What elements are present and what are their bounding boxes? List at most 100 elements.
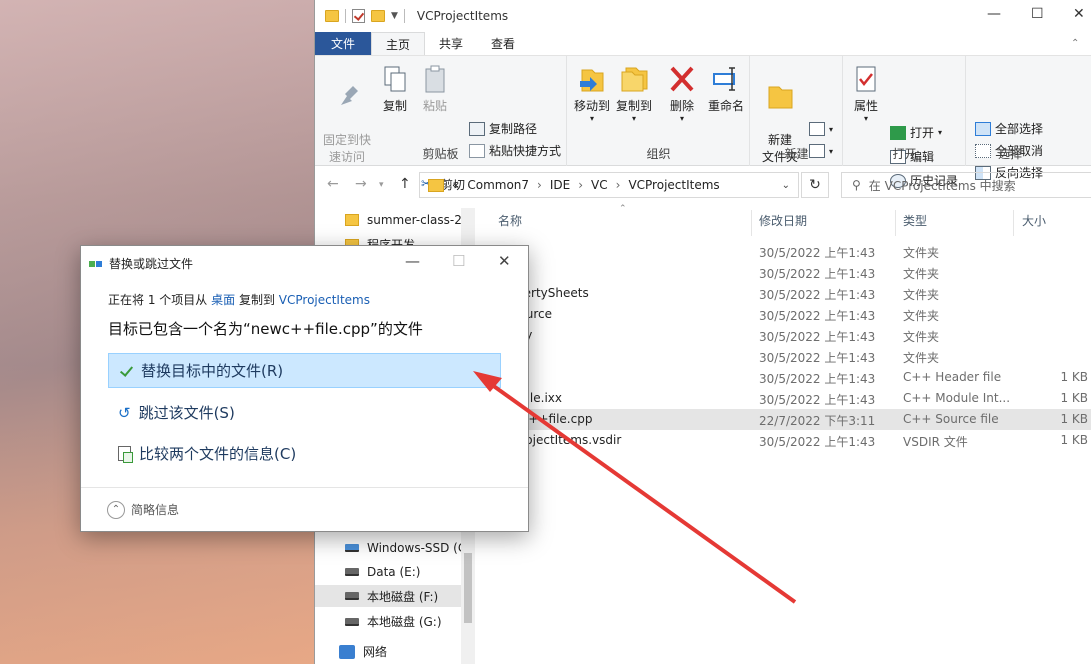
new-item-button[interactable]: ▾	[809, 122, 833, 136]
rename-icon	[710, 64, 742, 94]
group-new: 新建 文件夹 ▾ ▾ 新建	[751, 56, 843, 166]
delete-x-icon	[666, 64, 698, 94]
dialog-close-button[interactable]: ✕	[498, 252, 511, 270]
back-arrow-icon[interactable]: ←	[327, 176, 339, 192]
breadcrumb-common7[interactable]: Common7	[467, 178, 529, 192]
search-placeholder: 在 VCProjectItems 中搜索	[868, 178, 1016, 193]
select-all-button[interactable]: 全部选择	[975, 120, 1043, 137]
column-header-type[interactable]: 类型	[903, 212, 927, 229]
fewer-details-label[interactable]: 简略信息	[131, 501, 179, 518]
close-button[interactable]: ✕	[1073, 6, 1085, 22]
breadcrumb-chevron-icon: ›	[537, 178, 542, 192]
dialog-titlebar: 替换或跳过文件	[89, 255, 193, 272]
up-arrow-icon[interactable]: ↑	[399, 176, 411, 192]
column-header-name[interactable]: 名称	[498, 212, 522, 229]
forward-arrow-icon[interactable]: →	[355, 176, 367, 192]
breadcrumb-chevron-icon: ›	[578, 178, 584, 192]
tab-home[interactable]: 主页	[371, 32, 426, 55]
address-dropdown-icon[interactable]: ⌄	[782, 180, 790, 191]
breadcrumb-vcprojectitems[interactable]: VCProjectItems	[628, 178, 719, 192]
breadcrumb-vc[interactable]: VC	[591, 178, 608, 192]
group-clipboard: 固定到快 速访问 复制 粘贴 复制路径 粘贴快捷方式 ✂ 剪切 剪贴板	[315, 56, 567, 192]
folder-icon	[428, 178, 444, 192]
group-label-select: 选择	[997, 147, 1022, 161]
source-link[interactable]: 桌面	[211, 293, 235, 307]
title-bar: ▼ VCProjectItems — ☐ ✕	[315, 0, 1091, 32]
copy-progress-icon	[89, 258, 103, 270]
table-row[interactable]: Module.ixx 30/5/2022 上午1:43 C++ Module Int…	[477, 388, 1091, 409]
tab-file[interactable]: 文件	[315, 32, 371, 55]
file-list: ⌃ 名称 修改日期 类型 大小 code30/5/2022 上午1:43文件夹d…	[477, 204, 1091, 664]
table-row[interactable]: data30/5/2022 上午1:43文件夹	[477, 262, 1091, 283]
delete-button[interactable]: 删除 ▾	[664, 64, 700, 123]
table-row[interactable]: Utility30/5/2022 上午1:43文件夹	[477, 325, 1091, 346]
new-folder-icon[interactable]	[371, 10, 385, 22]
column-header-modified[interactable]: 修改日期	[759, 212, 807, 229]
refresh-button[interactable]: ↻	[801, 172, 829, 198]
file-date: 30/5/2022 上午1:43	[759, 288, 876, 302]
copy-to-button[interactable]: 复制到 ▾	[614, 64, 654, 123]
tree-item-local-g[interactable]: 本地磁盘 (G:)	[345, 613, 442, 630]
dialog-title: 替换或跳过文件	[109, 257, 194, 271]
properties-check-icon[interactable]	[352, 9, 365, 23]
tree-item-summer-class[interactable]: summer-class-2	[345, 213, 462, 227]
copy-button[interactable]: 复制	[377, 64, 413, 115]
file-type: C++ Module Int...	[903, 391, 1011, 405]
search-icon: ⚲	[852, 178, 861, 192]
table-row[interactable]: file.h30/5/2022 上午1:43C++ Header file1 K…	[477, 367, 1091, 388]
skip-option[interactable]: ↺ 跳过该文件(S)	[108, 395, 501, 430]
address-field[interactable]: « Common7 › IDE › VC › VCProjectItems ⌄	[419, 172, 799, 198]
chevron-up-icon[interactable]: ⌃	[107, 500, 125, 519]
search-input[interactable]: ⚲ 在 VCProjectItems 中搜索	[841, 172, 1091, 198]
group-select: 全部选择 全部取消 反向选择 选择	[967, 56, 1053, 180]
paste-button[interactable]: 粘贴	[417, 64, 453, 115]
table-row[interactable]: Web30/5/2022 上午1:43文件夹	[477, 346, 1091, 367]
file-date: 30/5/2022 上午1:43	[759, 267, 876, 281]
breadcrumb-ide[interactable]: IDE	[550, 178, 570, 192]
tree-item-data-e[interactable]: Data (E:)	[345, 565, 420, 579]
group-label-new: 新建	[784, 147, 809, 161]
file-size: 1 KB	[1060, 370, 1088, 384]
chevron-down-icon[interactable]: ▼	[391, 11, 398, 21]
path-prefix: «	[452, 178, 460, 192]
sort-up-icon: ⌃	[619, 204, 627, 214]
drive-icon	[345, 617, 359, 626]
minimize-button[interactable]: —	[987, 6, 1001, 22]
skip-arrow-icon: ↺	[118, 403, 131, 422]
group-organize: 移动到 ▾ 复制到 ▾ 删除 ▾ 重命名 组织	[568, 56, 750, 166]
address-bar-row: ← → ▾ ↑ « Common7 › IDE › VC › VCProject…	[315, 166, 1091, 206]
compare-option[interactable]: 比较两个文件的信息(C)	[108, 436, 501, 471]
group-label-organize: 组织	[646, 147, 671, 161]
move-to-button[interactable]: 移动到 ▾	[572, 64, 612, 123]
destination-link[interactable]: VCProjectItems	[279, 293, 370, 307]
copy-path-button[interactable]: 复制路径	[469, 120, 537, 137]
dialog-minimize-button[interactable]: —	[405, 252, 420, 270]
file-date: 30/5/2022 上午1:43	[759, 246, 876, 260]
window-title: VCProjectItems	[416, 9, 509, 23]
tab-view[interactable]: 查看	[477, 32, 529, 55]
collapse-ribbon-icon[interactable]: ⌃	[1071, 32, 1091, 55]
rename-button[interactable]: 重命名	[704, 64, 748, 115]
copy-description: 正在将 1 个项目从 桌面 复制到 VCProjectItems	[108, 293, 370, 307]
replace-option[interactable]: 替换目标中的文件(R)	[108, 353, 501, 388]
table-row[interactable]: PropertySheets 30/5/2022 上午1:43 文件夹	[477, 283, 1091, 304]
tree-item-windows-ssd[interactable]: Windows-SSD (C	[345, 541, 466, 555]
open-button[interactable]: 打开 ▾	[890, 124, 942, 141]
recent-chevron-icon[interactable]: ▾	[379, 180, 384, 190]
maximize-button[interactable]: ☐	[1031, 6, 1044, 22]
tree-item-local-f[interactable]: 本地磁盘 (F:)	[315, 585, 461, 607]
ribbon: 固定到快 速访问 复制 粘贴 复制路径 粘贴快捷方式 ✂ 剪切 剪贴板 移动到 ▾	[315, 56, 1091, 192]
table-row[interactable]: newc++file.cpp 22/7/2022 下午3:11 C++ Source…	[477, 409, 1091, 430]
file-date: 30/5/2022 上午1:43	[759, 309, 876, 323]
file-date: 30/5/2022 上午1:43	[759, 330, 876, 344]
file-type: 文件夹	[903, 330, 940, 344]
tab-share[interactable]: 共享	[425, 32, 477, 55]
table-row[interactable]: Resource30/5/2022 上午1:43文件夹	[477, 304, 1091, 325]
column-header-size[interactable]: 大小	[1022, 212, 1046, 229]
table-row[interactable]: VCProjectItems.vsdir 30/5/2022 上午1:43 VSDI…	[477, 430, 1091, 451]
drive-icon	[345, 568, 359, 576]
table-row[interactable]: code30/5/2022 上午1:43文件夹	[477, 241, 1091, 262]
file-type: 文件夹	[903, 351, 940, 365]
properties-button[interactable]: 属性 ▾	[848, 64, 884, 123]
scrollbar-thumb[interactable]	[464, 553, 472, 623]
